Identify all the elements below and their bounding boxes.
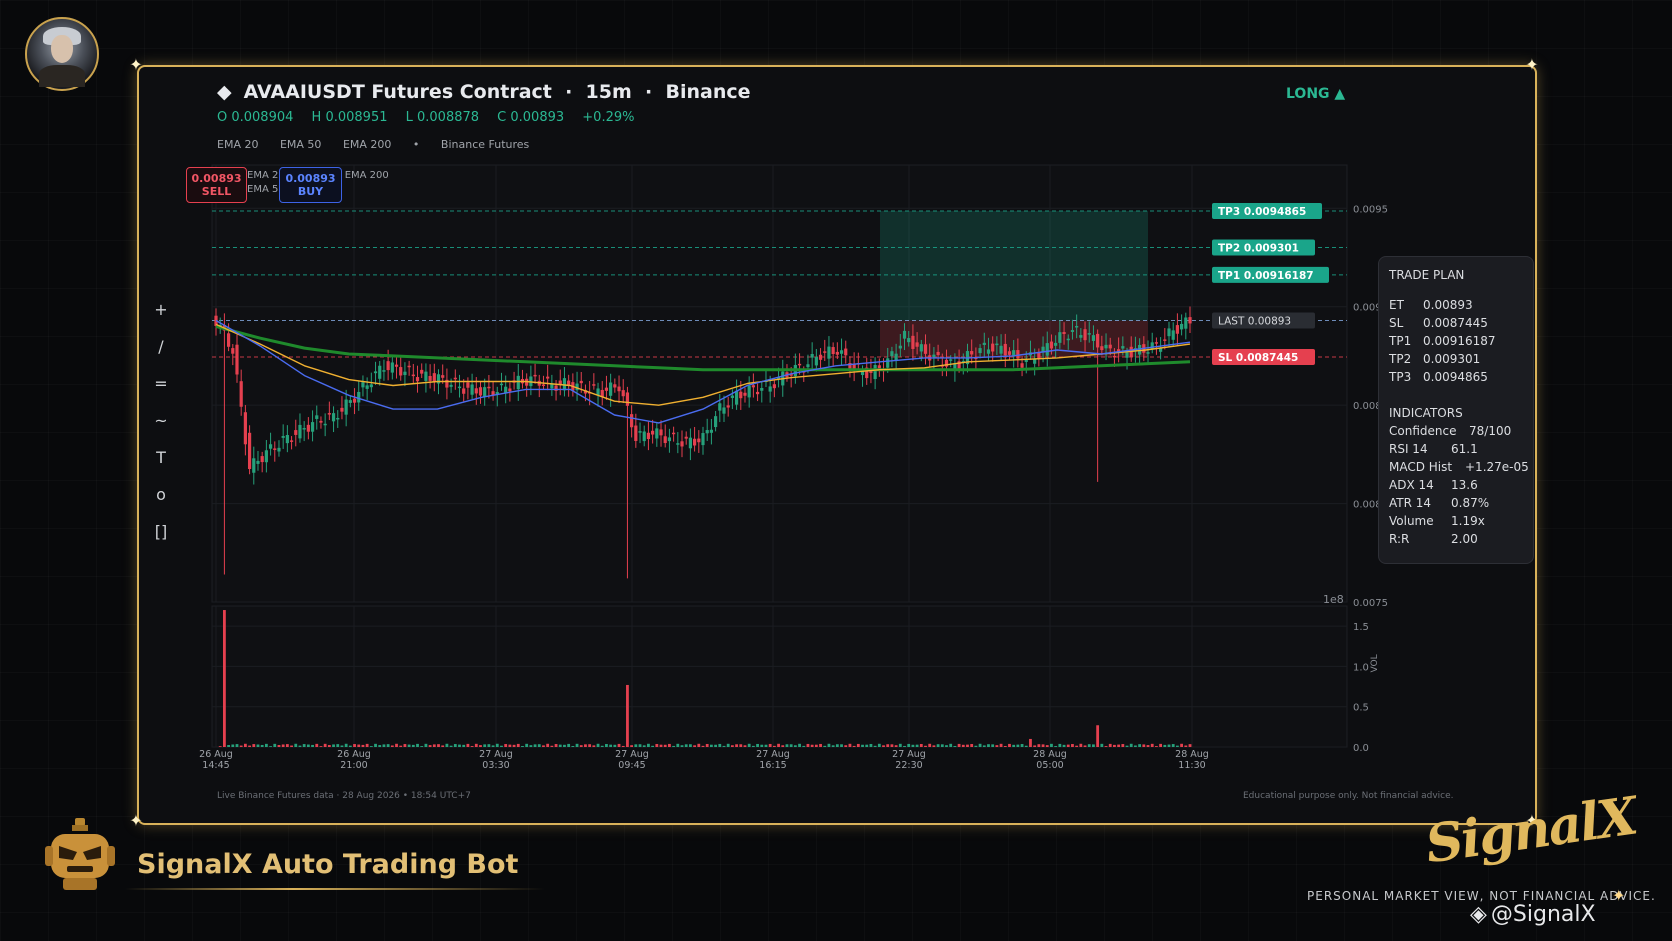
buy-label: BUY bbox=[297, 185, 324, 198]
sell-label: SELL bbox=[201, 185, 232, 198]
atr-value: 0.87% bbox=[1451, 496, 1490, 510]
title-underline bbox=[125, 888, 545, 890]
buy-button[interactable]: 0.00893 BUY bbox=[279, 167, 342, 203]
trade-plan-row: SL 0.0087445 bbox=[1389, 314, 1533, 332]
et-value: 0.00893 bbox=[1423, 298, 1473, 312]
direction-badge: LONG ▲ bbox=[1286, 86, 1346, 102]
crosshair-tool[interactable]: + bbox=[150, 300, 172, 337]
ohlc-readout: O 0.008904 H 0.008951 L 0.008878 C 0.008… bbox=[217, 110, 648, 125]
sparkle-icon: ✦ bbox=[129, 55, 143, 74]
curve-tool[interactable]: ~ bbox=[150, 411, 172, 448]
profile-avatar bbox=[25, 17, 99, 91]
tp1-label: TP1 bbox=[1389, 334, 1412, 348]
trade-plan-row: TP2 0.009301 bbox=[1389, 350, 1533, 368]
adx-value: 13.6 bbox=[1451, 478, 1478, 492]
sl-value: 0.0087445 bbox=[1423, 316, 1488, 330]
legend-source: Binance Futures bbox=[440, 138, 530, 151]
chart-title-text: AVAAIUSDT Futures Contract · 15m · Binan… bbox=[243, 81, 751, 103]
low-value: L 0.008878 bbox=[405, 110, 480, 125]
sell-price: 0.00893 bbox=[191, 172, 242, 185]
indicators-title: INDICATORS bbox=[1389, 406, 1463, 420]
binance-icon: ◈ bbox=[1470, 902, 1487, 927]
buy-price: 0.00893 bbox=[285, 172, 336, 185]
chart-legend-ema200: EMA 200 bbox=[344, 170, 389, 181]
bot-title: SignalX Auto Trading Bot bbox=[137, 849, 519, 880]
indicator-row: ADX 14 13.6 bbox=[1389, 476, 1533, 494]
indicator-row: MACD Hist +1.27e-05 bbox=[1389, 458, 1533, 476]
sparkle-icon: ✦ bbox=[1612, 886, 1626, 905]
disclaimer-note: Educational purpose only. Not financial … bbox=[1243, 791, 1454, 801]
chart-title: ◆ AVAAIUSDT Futures Contract · 15m · Bina… bbox=[217, 81, 751, 103]
macd-value: +1.27e-05 bbox=[1465, 460, 1529, 474]
trendline-tool[interactable]: / bbox=[150, 337, 172, 374]
trade-plan-panel: TRADE PLAN ET 0.00893 SL 0.0087445 TP1 0.00… bbox=[1378, 256, 1534, 564]
rectangle-tool[interactable]: [] bbox=[150, 522, 172, 559]
sl-label: SL bbox=[1389, 316, 1404, 330]
trade-plan-title: TRADE PLAN bbox=[1389, 268, 1465, 282]
text-tool[interactable]: T bbox=[150, 448, 172, 485]
volume-label: Volume bbox=[1389, 514, 1434, 528]
et-label: ET bbox=[1389, 298, 1404, 312]
drawing-toolbar: + / = ~ T o [] bbox=[150, 300, 172, 559]
tp3-value: 0.0094865 bbox=[1423, 370, 1488, 384]
high-value: H 0.008951 bbox=[311, 110, 388, 125]
rr-label: R:R bbox=[1389, 532, 1410, 546]
indicator-legend: EMA 20 EMA 50 EMA 200 • Binance Futures bbox=[217, 138, 547, 151]
change-value: +0.29% bbox=[582, 110, 635, 125]
circle-tool[interactable]: o bbox=[150, 485, 172, 522]
trade-plan-row: ET 0.00893 bbox=[1389, 296, 1533, 314]
trade-plan-row: TP1 0.00916187 bbox=[1389, 332, 1533, 350]
adx-label: ADX 14 bbox=[1389, 478, 1434, 492]
confidence-label: Confidence bbox=[1389, 424, 1457, 438]
rsi-label: RSI 14 bbox=[1389, 442, 1428, 456]
legend-ema200: EMA 200 bbox=[342, 138, 392, 151]
legend-ema50: EMA 50 bbox=[279, 138, 322, 151]
legend-ema20: EMA 20 bbox=[217, 138, 259, 151]
open-value: O 0.008904 bbox=[217, 110, 294, 125]
rsi-value: 61.1 bbox=[1451, 442, 1478, 456]
robot-icon bbox=[45, 818, 115, 890]
tp1-value: 0.00916187 bbox=[1423, 334, 1496, 348]
indicator-row: Volume 1.19x bbox=[1389, 512, 1533, 530]
tp2-label: TP2 bbox=[1389, 352, 1412, 366]
volume-value: 1.19x bbox=[1451, 514, 1485, 528]
sell-button[interactable]: 0.00893 SELL bbox=[186, 167, 247, 203]
parallel-lines-tool[interactable]: = bbox=[150, 374, 172, 411]
close-value: C 0.00893 bbox=[497, 110, 565, 125]
tp2-value: 0.009301 bbox=[1423, 352, 1481, 366]
sparkle-icon: ✦ bbox=[1525, 55, 1539, 74]
handle-text: @SignalX bbox=[1490, 902, 1596, 927]
indicator-row: ATR 14 0.87% bbox=[1389, 494, 1533, 512]
brand-tagline: PERSONAL MARKET VIEW, NOT FINANCIAL ADVI… bbox=[1307, 889, 1656, 903]
social-handle[interactable]: ◈ @SignalX bbox=[1470, 902, 1596, 927]
legend-bullet: • bbox=[412, 138, 420, 151]
sparkle-icon: ✦ bbox=[129, 811, 143, 830]
indicator-row: Confidence 78/100 bbox=[1389, 422, 1533, 440]
rr-value: 2.00 bbox=[1451, 532, 1478, 546]
data-source-note: Live Binance Futures data · 28 Aug 2026 … bbox=[217, 791, 471, 801]
indicator-row: R:R 2.00 bbox=[1389, 530, 1533, 548]
confidence-value: 78/100 bbox=[1469, 424, 1512, 438]
atr-label: ATR 14 bbox=[1389, 496, 1432, 510]
diamond-icon: ◆ bbox=[217, 81, 232, 103]
trade-plan-row: TP3 0.0094865 bbox=[1389, 368, 1533, 386]
indicator-row: RSI 14 61.1 bbox=[1389, 440, 1533, 458]
macd-label: MACD Hist bbox=[1389, 460, 1453, 474]
tp3-label: TP3 bbox=[1389, 370, 1412, 384]
